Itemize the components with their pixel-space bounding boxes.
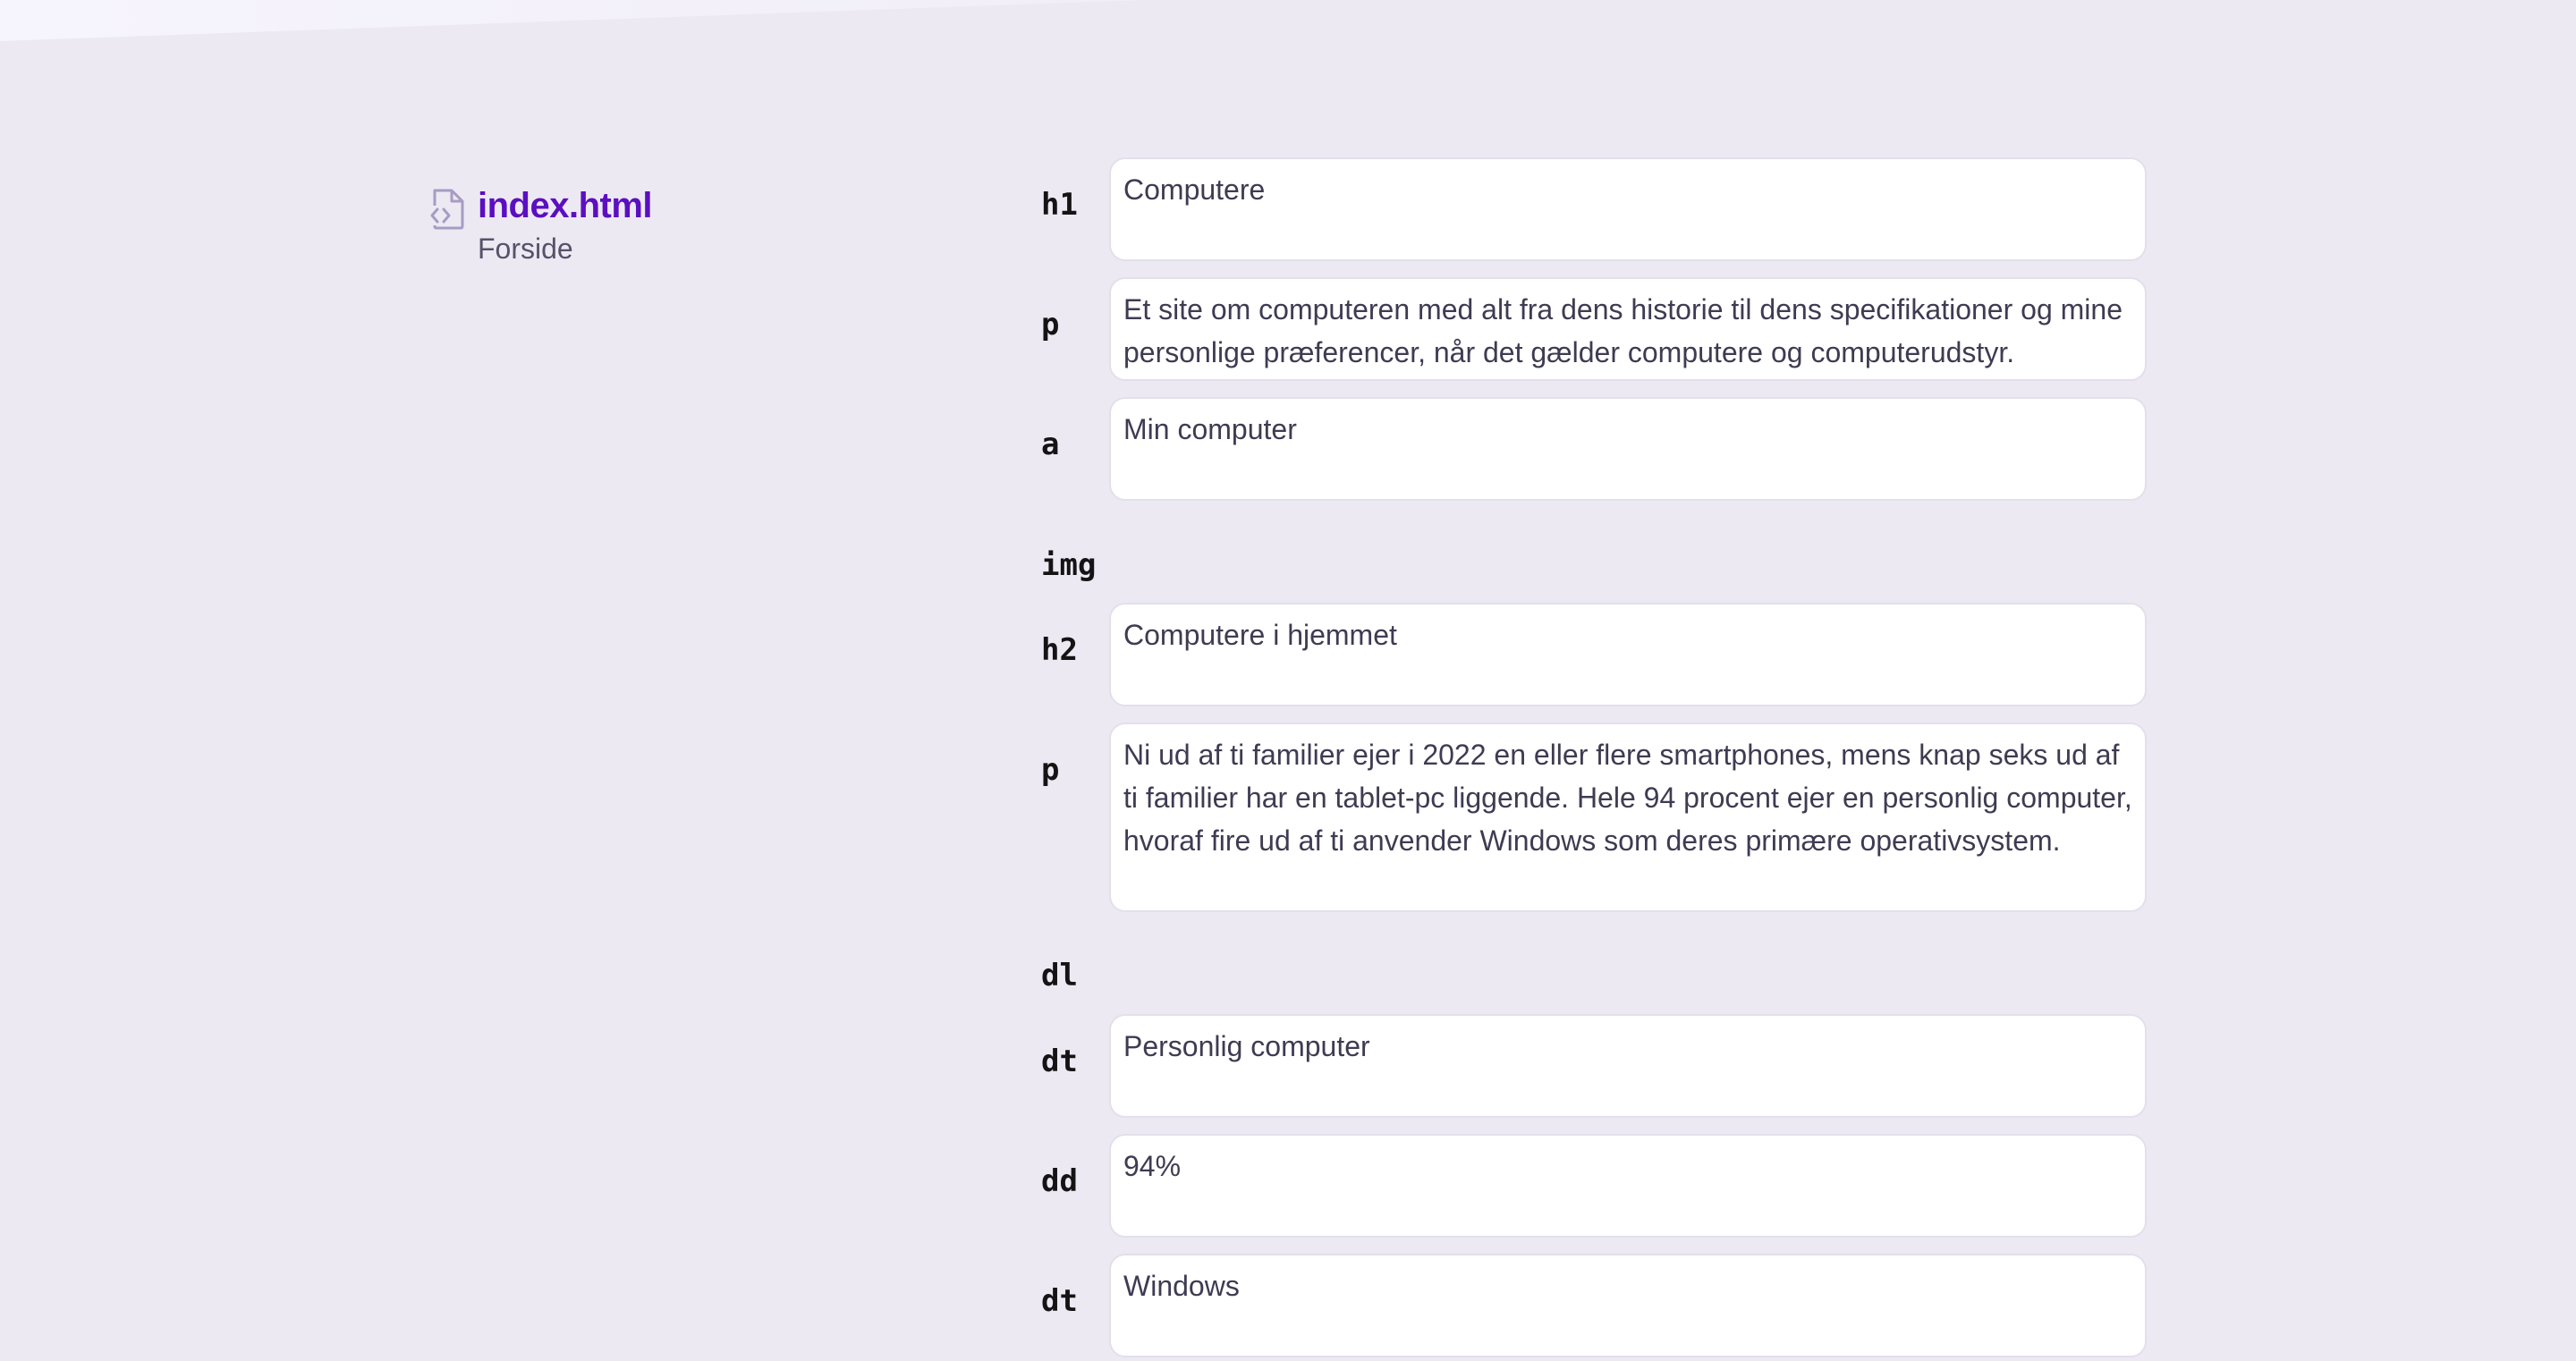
file-code-icon: [429, 188, 467, 231]
element-row-dl: dl: [1041, 958, 2147, 997]
element-row-dt: dt Windows: [1041, 1254, 2147, 1357]
text-field-a[interactable]: Min computer: [1109, 397, 2147, 501]
tag-label: dd: [1041, 1163, 1078, 1199]
element-row-a: a Min computer: [1041, 397, 2147, 501]
tag-label: p: [1041, 752, 1060, 788]
element-row-img: img: [1041, 547, 2147, 587]
tag-label: dl: [1041, 958, 1078, 993]
tag-label: p: [1041, 307, 1060, 342]
tag-label: h1: [1041, 187, 1078, 223]
text-field-p[interactable]: Ni ud af ti familier ejer i 2022 en elle…: [1109, 723, 2147, 912]
tag-label: dt: [1041, 1044, 1078, 1079]
element-row-h1: h1 Computere: [1041, 157, 2147, 261]
element-row-p: p Et site om computeren med alt fra dens…: [1041, 277, 2147, 381]
text-field-h1[interactable]: Computere: [1109, 157, 2147, 261]
element-row-dd: dd 94%: [1041, 1134, 2147, 1238]
text-field-dt[interactable]: Personlig computer: [1109, 1014, 2147, 1118]
file-name[interactable]: index.html: [478, 186, 653, 226]
text-field-h2[interactable]: Computere i hjemmet: [1109, 603, 2147, 706]
element-row-p: p Ni ud af ti familier ejer i 2022 en el…: [1041, 723, 2147, 912]
tag-label: dt: [1041, 1283, 1078, 1319]
tag-label: h2: [1041, 632, 1078, 668]
background-band: [0, 0, 1145, 41]
text-field-p[interactable]: Et site om computeren med alt fra dens h…: [1109, 277, 2147, 381]
file-subtitle: Forside: [478, 232, 573, 265]
text-field-dd[interactable]: 94%: [1109, 1134, 2147, 1238]
element-row-h2: h2 Computere i hjemmet: [1041, 603, 2147, 706]
element-row-dt: dt Personlig computer: [1041, 1014, 2147, 1118]
text-field-dt[interactable]: Windows: [1109, 1254, 2147, 1357]
tag-label: a: [1041, 427, 1060, 462]
tag-label: img: [1041, 547, 1097, 583]
